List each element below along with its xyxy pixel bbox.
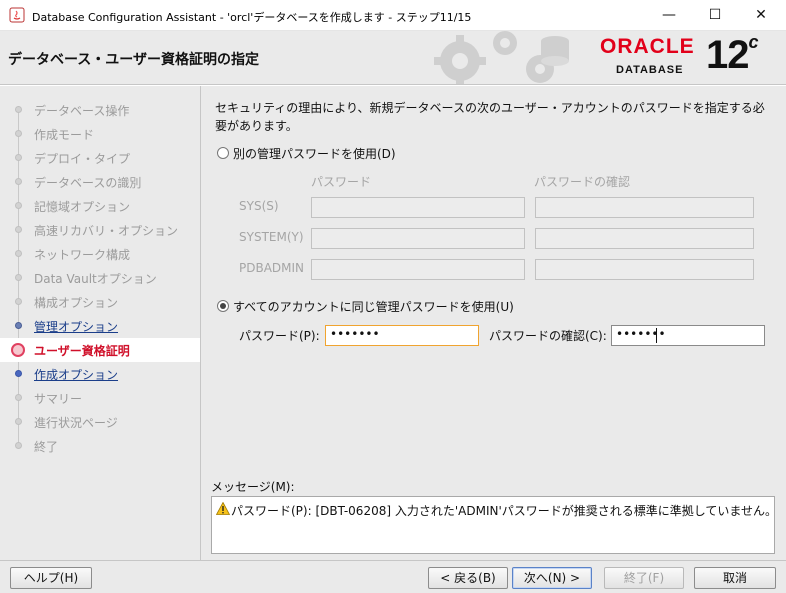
oracle-logo-brand: ORACLE <box>600 35 695 58</box>
step-creation-options[interactable]: 作成オプション <box>0 362 200 386</box>
current-step-marker-icon <box>11 343 25 357</box>
sys-confirm-field[interactable] <box>535 197 754 218</box>
cancel-button[interactable]: 取消 <box>694 567 776 589</box>
same-password-radio[interactable] <box>217 300 229 312</box>
button-bar: ヘルプ(H) < 戻る(B) 次へ(N) > 終了(F) 取消 <box>0 560 786 593</box>
step-marker-icon <box>15 298 22 305</box>
step-marker-icon <box>15 394 22 401</box>
step-fast-recovery-options: 高速リカバリ・オプション <box>0 218 200 242</box>
close-button[interactable]: ✕ <box>738 0 784 31</box>
main-content: セキュリティの理由により、新規データベースの次のユーザー・アカウントのパスワード… <box>201 86 786 560</box>
messages-label: メッセージ(M): <box>211 480 295 494</box>
step-marker-icon <box>15 106 22 113</box>
admin-password-input[interactable]: ••••••• <box>325 325 479 346</box>
step-database-operation: データベース操作 <box>0 98 200 122</box>
pdbadmin-password-field[interactable] <box>311 259 525 280</box>
step-marker-icon <box>15 370 22 377</box>
maximize-icon: ☐ <box>708 7 722 23</box>
instruction-text: セキュリティの理由により、新規データベースの次のユーザー・アカウントのパスワード… <box>215 101 765 133</box>
step-marker-icon <box>15 178 22 185</box>
close-icon: ✕ <box>755 7 767 23</box>
gears-graphic-icon <box>434 31 569 84</box>
minimize-icon: — <box>662 7 676 23</box>
help-button[interactable]: ヘルプ(H) <box>10 567 92 589</box>
next-button[interactable]: 次へ(N) > <box>512 567 592 589</box>
step-user-credentials: ユーザー資格証明 <box>0 338 200 362</box>
messages-panel[interactable]: パスワード(P): [DBT-06208] 入力された'ADMIN'パスワードが… <box>211 496 777 554</box>
step-management-options[interactable]: 管理オプション <box>0 314 200 338</box>
maximize-button[interactable]: ☐ <box>692 0 738 31</box>
warning-icon <box>216 502 230 515</box>
step-database-identification: データベースの識別 <box>0 170 200 194</box>
pdbadmin-label: PDBADMIN <box>239 261 305 275</box>
step-deploy-type: デプロイ・タイプ <box>0 146 200 170</box>
java-app-icon <box>9 7 25 23</box>
separate-password-radio[interactable] <box>217 147 229 159</box>
oracle-logo-product: DATABASE <box>616 64 684 76</box>
same-confirm-field-label: パスワードの確認(C): <box>489 329 607 343</box>
window-title-bar: Database Configuration Assistant - 'orcl… <box>0 0 786 31</box>
step-marker-icon <box>15 322 22 329</box>
minimize-button[interactable]: — <box>646 0 692 31</box>
step-creation-mode: 作成モード <box>0 122 200 146</box>
step-configuration-options: 構成オプション <box>0 290 200 314</box>
steps-navigation: データベース操作 作成モード デプロイ・タイプ データベースの識別 記憶域オプシ… <box>0 86 201 560</box>
step-data-vault-options: Data Vaultオプション <box>0 266 200 290</box>
step-finish: 終了 <box>0 434 200 458</box>
page-title: データベース・ユーザー資格証明の指定 <box>8 52 260 68</box>
finish-button[interactable]: 終了(F) <box>604 567 684 589</box>
warning-message-text[interactable]: パスワード(P): [DBT-06208] 入力された'ADMIN'パスワードが… <box>231 502 777 519</box>
step-network-configuration: ネットワーク構成 <box>0 242 200 266</box>
same-password-field-label: パスワード(P): <box>239 329 320 343</box>
sys-password-field[interactable] <box>311 197 525 218</box>
window-title: Database Configuration Assistant - 'orcl… <box>32 11 472 24</box>
pdbadmin-confirm-field[interactable] <box>535 259 754 280</box>
step-storage-options: 記憶域オプション <box>0 194 200 218</box>
step-marker-icon <box>15 274 22 281</box>
password-column-header: パスワード <box>311 175 372 189</box>
separate-password-label[interactable]: 別の管理パスワードを使用(D) <box>233 145 396 162</box>
oracle-version-logo: 12c <box>706 31 759 77</box>
step-marker-icon <box>15 418 22 425</box>
system-password-field[interactable] <box>311 228 525 249</box>
confirm-column-header: パスワードの確認 <box>534 175 631 189</box>
step-marker-icon <box>15 130 22 137</box>
step-progress-page: 進行状況ページ <box>0 410 200 434</box>
step-marker-icon <box>15 202 22 209</box>
text-caret <box>656 328 657 343</box>
step-marker-icon <box>15 442 22 449</box>
back-button[interactable]: < 戻る(B) <box>428 567 508 589</box>
same-password-label[interactable]: すべてのアカウントに同じ管理パスワードを使用(U) <box>233 298 514 315</box>
header-banner: データベース・ユーザー資格証明の指定 ORACLE DATABASE 12c <box>0 31 786 85</box>
admin-confirm-input[interactable]: ••••••• <box>611 325 765 346</box>
system-label: SYSTEM(Y) <box>239 230 304 244</box>
sys-label: SYS(S) <box>239 199 279 213</box>
step-marker-icon <box>15 154 22 161</box>
step-marker-icon <box>15 250 22 257</box>
step-summary: サマリー <box>0 386 200 410</box>
step-marker-icon <box>15 226 22 233</box>
system-confirm-field[interactable] <box>535 228 754 249</box>
